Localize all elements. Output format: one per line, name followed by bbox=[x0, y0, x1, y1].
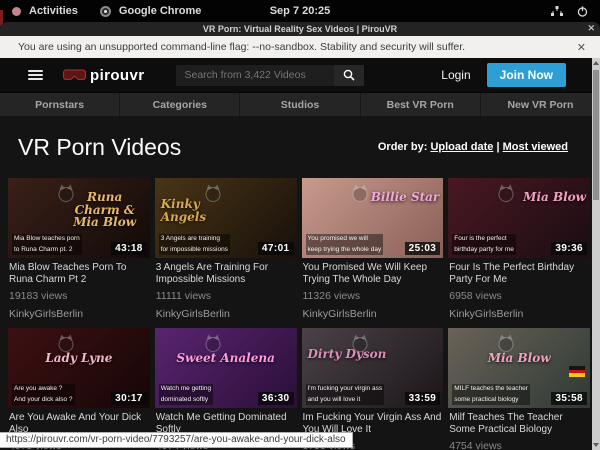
video-studio-link[interactable]: KinkyGirlsBerlin bbox=[303, 308, 443, 320]
thumbnail-overlay-title: Runa Charm & Mia Blow bbox=[64, 191, 146, 229]
video-title[interactable]: 3 Angels Are Training For Impossible Mis… bbox=[156, 262, 296, 285]
thumbnail-caption: Are you awake ? And your dick also ? bbox=[12, 384, 75, 405]
thumbnail-caption: I'm fucking your virgin ass and you will… bbox=[306, 384, 385, 405]
video-thumbnail[interactable]: Billie Star You promised we will keep tr… bbox=[302, 178, 444, 258]
page-content: pirouvr Login Join Now Pornstars Categor… bbox=[0, 58, 600, 450]
video-card[interactable]: Kinky Angels 3 Angels are training for i… bbox=[155, 178, 297, 320]
video-duration-badge: 35:58 bbox=[551, 392, 587, 405]
scrollbar-down-arrow-icon[interactable] bbox=[592, 440, 600, 450]
window-titlebar: VR Porn: Virtual Reality Sex Videos | Pi… bbox=[0, 22, 600, 36]
nav-item-new-vr[interactable]: New VR Porn bbox=[481, 93, 600, 116]
unsupported-flag-infobar: You are using an unsupported command-lin… bbox=[0, 36, 600, 58]
order-separator: | bbox=[496, 141, 499, 153]
main-nav: Pornstars Categories Studios Best VR Por… bbox=[0, 92, 600, 116]
video-thumbnail[interactable]: Kinky Angels 3 Angels are training for i… bbox=[155, 178, 297, 258]
video-card[interactable]: Mia Blow MILF teaches the teacher some p… bbox=[448, 328, 590, 450]
video-thumbnail[interactable]: Mia Blow Four is the perfect birthday pa… bbox=[448, 178, 590, 258]
search-button[interactable] bbox=[334, 65, 364, 86]
video-views: 6958 views bbox=[449, 290, 589, 302]
video-title[interactable]: You Promised We Will Keep Trying The Who… bbox=[303, 262, 443, 285]
scrollbar-up-arrow-icon[interactable] bbox=[592, 58, 600, 68]
network-icon[interactable] bbox=[551, 6, 563, 17]
order-most-viewed-link[interactable]: Most viewed bbox=[503, 141, 568, 153]
german-flag-icon bbox=[569, 366, 585, 377]
thumbnail-caption: MILF teaches the teacher some practical … bbox=[452, 384, 530, 405]
vr-goggles-icon bbox=[63, 69, 86, 81]
thumbnail-caption: You promised we will keep trying the who… bbox=[306, 234, 384, 255]
nav-item-pornstars[interactable]: Pornstars bbox=[0, 93, 120, 116]
site-header: pirouvr Login Join Now bbox=[0, 58, 600, 92]
infobar-close-icon[interactable]: ✕ bbox=[577, 41, 586, 54]
page-scrollbar[interactable] bbox=[592, 58, 600, 450]
video-thumbnail[interactable]: Sweet Analena Watch me getting dominated… bbox=[155, 328, 297, 408]
window-close-icon[interactable]: ✕ bbox=[587, 23, 595, 34]
video-views: 11326 views bbox=[303, 290, 443, 302]
thumbnail-caption: Four is the perfect birthday party for m… bbox=[452, 234, 516, 255]
video-card[interactable]: Billie Star You promised we will keep tr… bbox=[302, 178, 444, 320]
thumbnail-overlay-title: Mia Blow bbox=[523, 191, 586, 204]
video-thumbnail[interactable]: Dirty Dyson I'm fucking your virgin ass … bbox=[302, 328, 444, 408]
thumbnail-caption: Watch me getting dominated softly bbox=[159, 384, 213, 405]
order-by-controls: Order by: Upload date | Most viewed bbox=[378, 141, 568, 153]
scrollbar-thumb[interactable] bbox=[593, 70, 599, 200]
video-studio-link[interactable]: KinkyGirlsBerlin bbox=[449, 308, 589, 320]
search-icon bbox=[343, 69, 355, 81]
video-thumbnail[interactable]: Mia Blow MILF teaches the teacher some p… bbox=[448, 328, 590, 408]
video-title[interactable]: Mia Blow Teaches Porn To Runa Charm Pt 2 bbox=[9, 262, 149, 285]
thumbnail-overlay-title: Billie Star bbox=[371, 191, 440, 204]
video-studio-link[interactable]: KinkyGirlsBerlin bbox=[9, 308, 149, 320]
power-icon[interactable] bbox=[577, 6, 588, 17]
window-title: VR Porn: Virtual Reality Sex Videos | Pi… bbox=[203, 24, 397, 34]
video-thumbnail[interactable]: Runa Charm & Mia Blow Mia Blow teaches p… bbox=[8, 178, 150, 258]
thumbnail-caption: 3 Angels are training for impossible mis… bbox=[159, 234, 230, 255]
status-url-tooltip: https://pirouvr.com/vr-porn-video/779325… bbox=[0, 432, 353, 448]
video-title[interactable]: Four Is The Perfect Birthday Party For M… bbox=[449, 262, 589, 285]
thumbnail-overlay-title: Sweet Analena bbox=[155, 352, 297, 365]
page-heading-row: VR Porn Videos Order by: Upload date | M… bbox=[0, 116, 600, 178]
thumbnail-overlay-title: Dirty Dyson bbox=[308, 348, 387, 361]
page-title: VR Porn Videos bbox=[18, 134, 181, 161]
clock[interactable]: Sep 7 20:25 bbox=[0, 5, 600, 17]
video-duration-badge: 36:30 bbox=[258, 392, 294, 405]
login-link[interactable]: Login bbox=[441, 68, 470, 82]
video-duration-badge: 30:17 bbox=[111, 392, 147, 405]
video-views: 19183 views bbox=[9, 290, 149, 302]
video-card[interactable]: Mia Blow Four is the perfect birthday pa… bbox=[448, 178, 590, 320]
infobar-message: You are using an unsupported command-lin… bbox=[18, 41, 465, 53]
system-top-bar: Activities Google Chrome Sep 7 20:25 bbox=[0, 0, 600, 22]
nav-item-studios[interactable]: Studios bbox=[240, 93, 360, 116]
thumbnail-caption: Mia Blow teaches porn to Runa Charm pt. … bbox=[12, 234, 82, 255]
video-duration-badge: 25:03 bbox=[405, 242, 441, 255]
site-logo-text: pirouvr bbox=[90, 67, 144, 84]
video-views: 4754 views bbox=[449, 440, 589, 450]
search-input[interactable] bbox=[176, 65, 334, 86]
nav-item-categories[interactable]: Categories bbox=[120, 93, 240, 116]
video-title[interactable]: Milf Teaches The Teacher Some Practical … bbox=[449, 412, 589, 435]
search-box bbox=[176, 65, 364, 86]
video-duration-badge: 47:01 bbox=[258, 242, 294, 255]
menu-hamburger-icon[interactable] bbox=[28, 70, 43, 80]
order-upload-date-link[interactable]: Upload date bbox=[430, 141, 493, 153]
nav-item-best-vr[interactable]: Best VR Porn bbox=[361, 93, 481, 116]
video-thumbnail[interactable]: Lady Lyne Are you awake ? And your dick … bbox=[8, 328, 150, 408]
studio-watermark-icon bbox=[496, 183, 516, 208]
studio-watermark-icon bbox=[350, 183, 370, 208]
video-duration-badge: 43:18 bbox=[111, 242, 147, 255]
video-duration-badge: 33:59 bbox=[405, 392, 441, 405]
thumbnail-overlay-title: Lady Lyne bbox=[8, 352, 150, 365]
video-card[interactable]: Runa Charm & Mia Blow Mia Blow teaches p… bbox=[8, 178, 150, 320]
thumbnail-overlay-title: Kinky Angels bbox=[161, 198, 243, 223]
site-logo[interactable]: pirouvr bbox=[63, 67, 144, 84]
thumbnail-overlay-title: Mia Blow bbox=[448, 352, 590, 365]
join-now-button[interactable]: Join Now bbox=[487, 63, 566, 87]
video-duration-badge: 39:36 bbox=[551, 242, 587, 255]
order-by-label: Order by: bbox=[378, 141, 428, 153]
video-studio-link[interactable]: KinkyGirlsBerlin bbox=[156, 308, 296, 320]
video-grid: Runa Charm & Mia Blow Mia Blow teaches p… bbox=[0, 178, 600, 450]
video-views: 11111 views bbox=[156, 290, 296, 302]
